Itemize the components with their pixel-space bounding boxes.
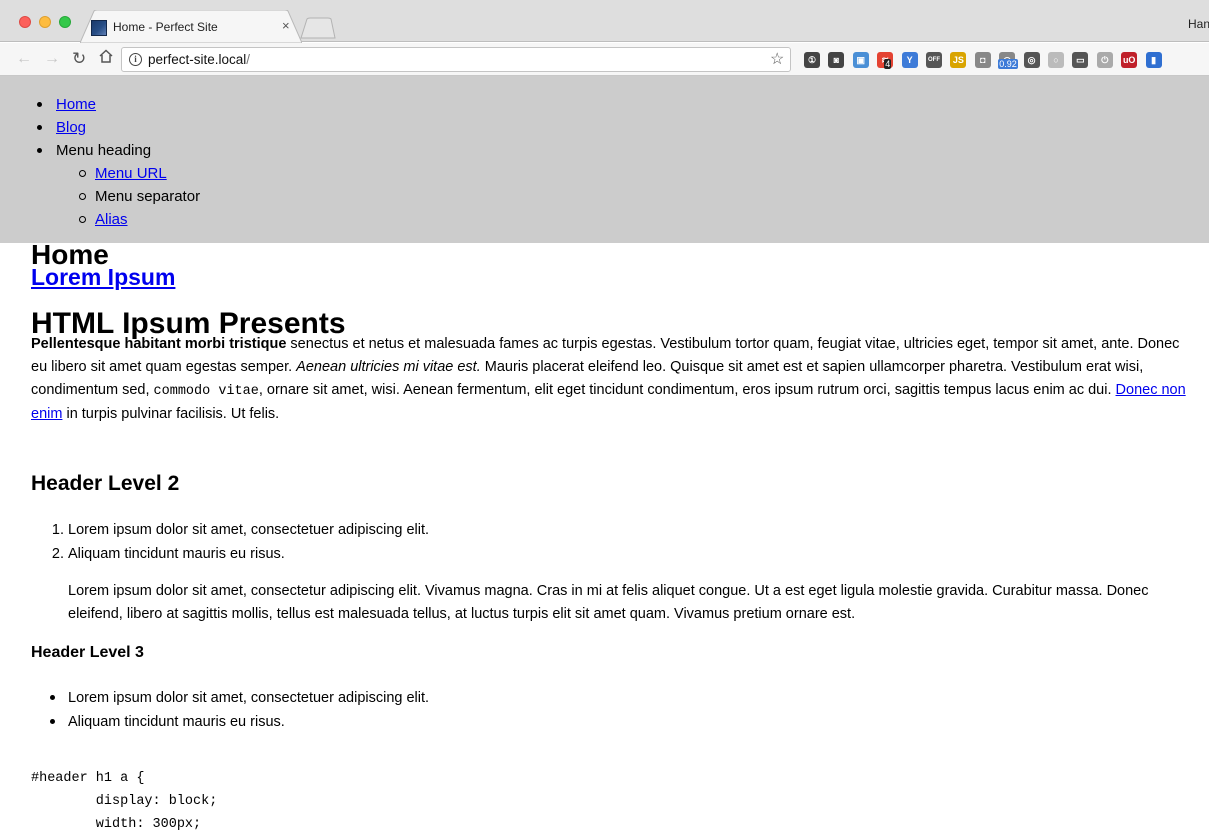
reload-icon[interactable]: ↻ (72, 50, 86, 68)
tab-close-icon[interactable]: × (282, 18, 290, 33)
menu-item-blog: Blog (36, 116, 200, 139)
window-close-button[interactable] (19, 16, 31, 28)
url-host: perfect-site.local (148, 52, 247, 67)
intro-emphasis-text: Aenean ultricies mi vitae est. (296, 359, 481, 375)
ublock-extension-icon[interactable]: uO (1121, 52, 1138, 68)
list-item: Aliquam tincidunt mauris eu risus. (68, 542, 429, 566)
menu-link-blog[interactable]: Blog (56, 119, 86, 136)
power-extension-icon[interactable]: ⏻ (1096, 52, 1113, 68)
submenu-item-url: Menu URL (78, 162, 200, 185)
menu-item-home: Home (36, 93, 200, 116)
list-item: Aliquam tincidunt mauris eu risus. (49, 710, 429, 734)
ordered-list: Lorem ipsum dolor sit amet, consectetuer… (68, 518, 429, 566)
site-favicon-icon (91, 20, 107, 36)
cast-extension-icon[interactable]: ▭ (1072, 52, 1089, 68)
new-tab-button[interactable] (300, 17, 336, 39)
site-navigation: Home Blog Menu heading Menu URL Menu sep… (0, 76, 1209, 243)
home-icon[interactable] (98, 48, 114, 69)
url-path: / (246, 52, 251, 67)
intro-inline-code: commodo vitae (153, 384, 259, 399)
todoist-extension-badge: 4 (884, 59, 892, 69)
pocket-extension-icon[interactable]: ◙ (828, 52, 845, 68)
address-bar[interactable]: i perfect-site.local/ ☆ (121, 47, 791, 72)
speed-extension-badge: 0.92 (998, 59, 1018, 69)
intro-text-3: , ornare sit amet, wisi. Aenean fermentu… (258, 382, 1116, 398)
meter-extension-icon[interactable]: ▮ (1145, 52, 1162, 68)
intro-paragraph: Pellentesque habitant morbi tristique se… (31, 333, 1196, 426)
back-arrow-icon[interactable]: ← (16, 50, 32, 68)
browser-toolbar: ← → ↻ i perfect-site.local/ ☆ ①◙▣≋4YOFFJ… (0, 43, 1209, 76)
tab-strip: Home - Perfect Site × Han (0, 0, 1209, 43)
unordered-list: Lorem ipsum dolor sit amet, consectetuer… (49, 686, 429, 734)
submenu-item-separator: Menu separator (78, 185, 201, 208)
sync-extension-icon[interactable]: ◎ (1023, 52, 1040, 68)
blockquote: Lorem ipsum dolor sit amet, consectetur … (68, 583, 1149, 622)
site-info-icon[interactable]: i (129, 53, 142, 66)
list-item: Lorem ipsum dolor sit amet, consectetuer… (49, 686, 429, 710)
window-extension-icon[interactable]: ▣ (852, 52, 869, 68)
intro-text-4: in turpis pulvinar facilisis. Ut felis. (62, 406, 280, 422)
menu-link-home[interactable]: Home (56, 96, 96, 113)
profile-name-button[interactable]: Han (1188, 17, 1209, 31)
menu-item-heading: Menu heading Menu URL Menu separator Ali… (36, 139, 201, 231)
bookmark-star-icon[interactable]: ☆ (770, 49, 784, 69)
code-line: #header h1 a { (31, 771, 145, 786)
menu-separator-label: Menu separator (95, 188, 201, 205)
js-extension-icon[interactable]: JS (950, 52, 967, 68)
window-minimize-button[interactable] (39, 16, 51, 28)
onepassword-extension-icon[interactable]: ① (804, 52, 820, 68)
menu-list: Home Blog Menu heading Menu URL Menu sep… (36, 93, 201, 231)
menu-link-alias[interactable]: Alias (95, 211, 128, 228)
cloud-extension-icon[interactable]: ○ (1048, 52, 1064, 68)
code-line: width: 300px; (31, 817, 202, 832)
tab-title: Home - Perfect Site (113, 20, 218, 34)
menu-heading-label: Menu heading (56, 142, 152, 159)
tab-home[interactable]: Home - Perfect Site × (80, 10, 302, 43)
camera-extension-icon[interactable]: ◘ (974, 52, 991, 68)
code-line: display: block; (31, 794, 218, 809)
forward-arrow-icon[interactable]: → (44, 50, 60, 68)
url-text[interactable]: perfect-site.local/ (148, 52, 250, 67)
header-level-2: Header Level 2 (31, 472, 180, 495)
submenu-list: Menu URL Menu separator Alias (78, 162, 201, 231)
window-maximize-button[interactable] (59, 16, 71, 28)
y-extension-icon[interactable]: Y (901, 52, 918, 68)
menu-link-url[interactable]: Menu URL (95, 165, 167, 182)
submenu-item-alias: Alias (78, 208, 200, 231)
code-block: #header h1 a { display: block; width: 30… (31, 767, 217, 836)
site-name-link[interactable]: Lorem Ipsum (31, 263, 175, 291)
off-extension-icon[interactable]: OFF (926, 52, 942, 68)
list-item: Lorem ipsum dolor sit amet, consectetuer… (68, 518, 429, 542)
header-level-3: Header Level 3 (31, 644, 144, 661)
intro-bold-text: Pellentesque habitant morbi tristique (31, 336, 287, 352)
